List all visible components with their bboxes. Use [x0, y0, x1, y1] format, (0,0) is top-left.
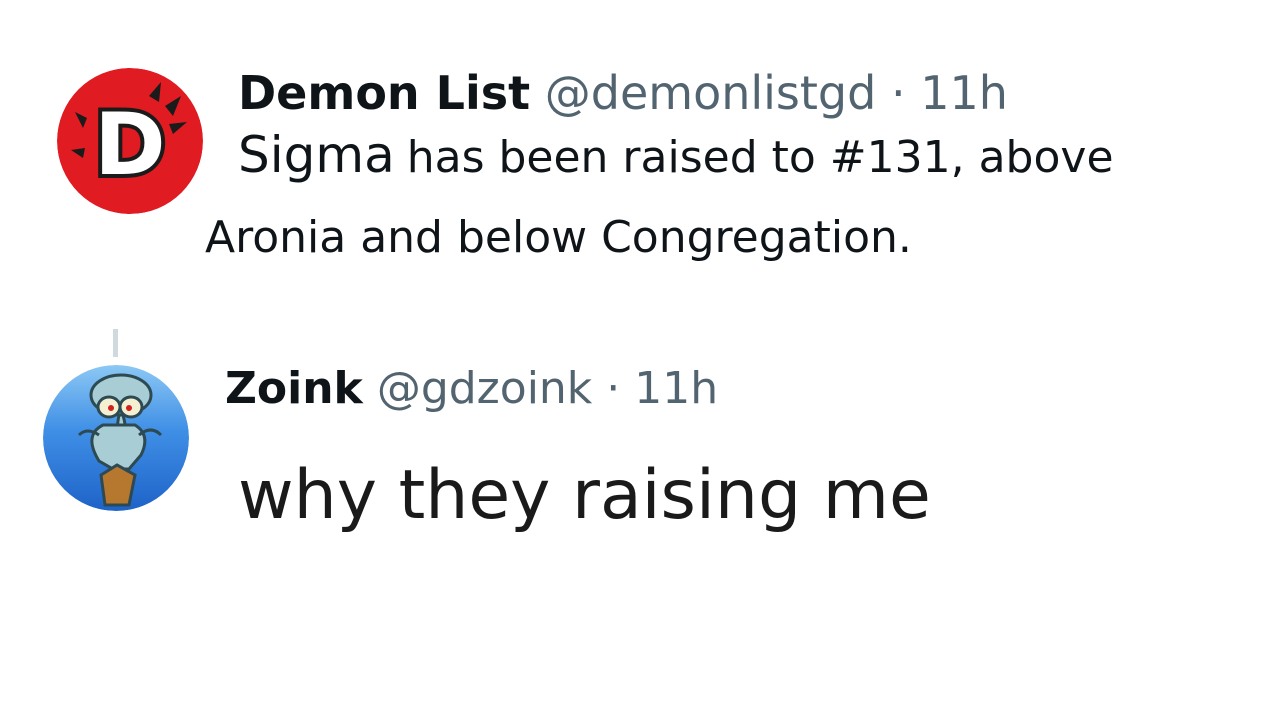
separator-dot: · [890, 66, 906, 120]
tweet-text-sigma: Sigma [238, 126, 395, 184]
tweet-text-rest: has been raised to #131, above [406, 132, 1114, 183]
tweet-header: Zoink @gdzoink · 11h [225, 367, 718, 411]
timestamp[interactable]: 11h [920, 66, 1008, 120]
thread-line [113, 329, 118, 357]
display-name[interactable]: Zoink [225, 363, 363, 414]
timestamp[interactable]: 11h [634, 363, 718, 414]
tweet-text-line: Aronia and below Congregation. [205, 212, 912, 263]
separator-dot: · [606, 363, 621, 414]
demon-list-logo-icon: D [57, 68, 203, 214]
svg-text:D: D [94, 95, 165, 195]
squidward-avatar-icon [43, 365, 189, 511]
display-name[interactable]: Demon List [238, 66, 530, 120]
tweet-text-line: Sigma has been raised to #131, above [238, 130, 1114, 180]
zoink-avatar[interactable] [43, 365, 189, 511]
handle[interactable]: @demonlistgd [545, 66, 877, 120]
demon-list-avatar[interactable]: D [57, 68, 203, 214]
tweet-header: Demon List @demonlistgd · 11h [238, 70, 1008, 116]
tweet-text: why they raising me [238, 456, 931, 535]
handle[interactable]: @gdzoink [377, 363, 592, 414]
